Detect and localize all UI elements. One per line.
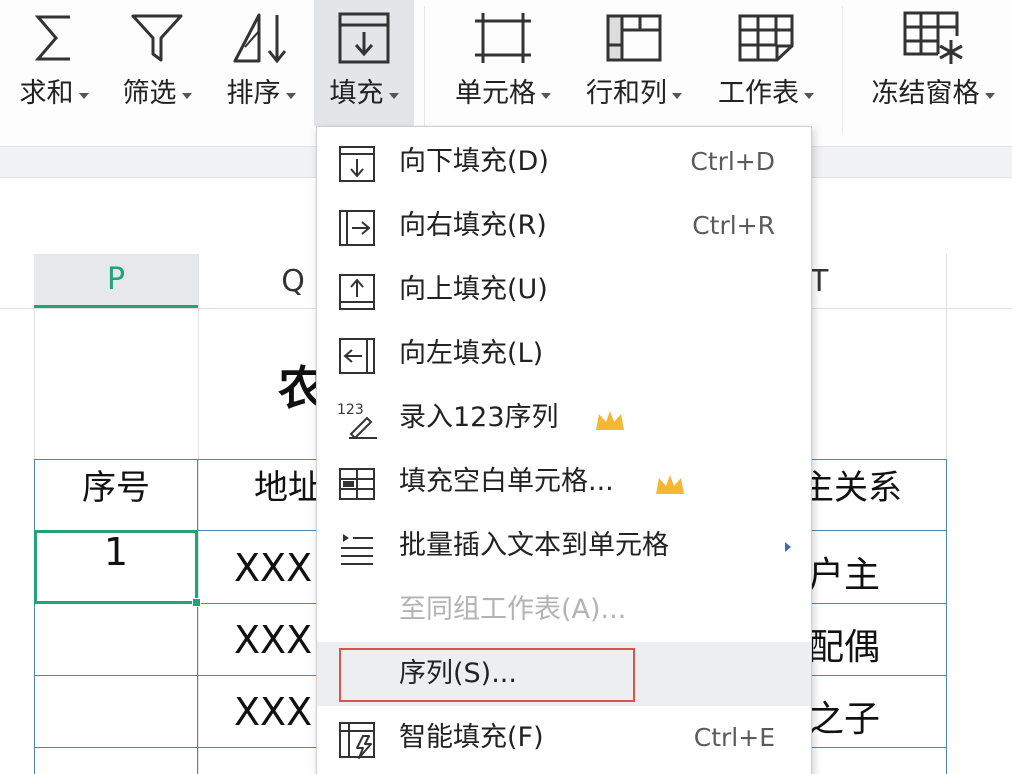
chevron-down-icon	[181, 92, 192, 99]
menu-item-label: 向左填充(L)	[399, 338, 544, 369]
rows-columns-label: 行和列	[586, 78, 667, 109]
shortcut-label: Ctrl+R	[692, 211, 775, 240]
freeze-panes-label: 冻结窗格	[871, 78, 980, 109]
smart-fill-icon	[337, 720, 377, 760]
table-border	[946, 459, 947, 774]
cell-rel[interactable]: 之子	[808, 690, 880, 742]
fill-dropdown-menu: 向下填充(D) Ctrl+D 向右填充(R) Ctrl+R 向上填充(U) 向左…	[316, 126, 812, 774]
cell-addr[interactable]: XXX	[234, 690, 312, 734]
chevron-down-icon	[285, 92, 296, 99]
svg-text:123: 123	[337, 402, 364, 418]
header-cell-seq[interactable]: 序号	[34, 460, 198, 509]
cell-addr[interactable]: XXX	[234, 618, 312, 662]
sigma-icon	[32, 0, 76, 76]
worksheet-icon	[737, 0, 795, 76]
worksheet-button[interactable]: 工作表	[708, 0, 824, 126]
fill-up-icon	[337, 272, 377, 312]
fill-button[interactable]: 填充	[314, 0, 414, 126]
menu-item-series[interactable]: 序列(S)...	[317, 642, 811, 706]
batch-insert-text-icon	[337, 528, 377, 568]
chevron-down-icon	[804, 92, 814, 99]
sort-label: 排序	[226, 78, 281, 109]
menu-item-label: 填充空白单元格...	[399, 466, 614, 497]
chevron-down-icon	[388, 92, 399, 99]
fill-left-icon	[337, 336, 377, 376]
cell-rel[interactable]: 配偶	[808, 618, 880, 670]
fill-label: 填充	[329, 78, 384, 109]
menu-item-label: 向上填充(U)	[399, 274, 548, 305]
menu-item-label: 向右填充(R)	[399, 210, 547, 241]
menu-item-label: 向下填充(D)	[399, 146, 549, 177]
fill-handle[interactable]	[192, 598, 201, 607]
cell-icon	[473, 0, 533, 76]
menu-item-label: 至同组工作表(A)...	[399, 594, 627, 625]
chevron-down-icon	[78, 92, 89, 99]
menu-item-enter-sequence[interactable]: 123 录入123序列	[317, 386, 811, 450]
shortcut-label: Ctrl+E	[693, 723, 775, 752]
header-cell-rel[interactable]: 主关系	[800, 460, 902, 509]
freeze-panes-icon	[902, 0, 964, 76]
fill-right-icon	[337, 208, 377, 248]
menu-item-label: 智能填充(F)	[399, 722, 544, 753]
chevron-down-icon	[984, 92, 995, 99]
menu-item-fill-blank-cells[interactable]: 填充空白单元格...	[317, 450, 811, 514]
fill-down-icon	[337, 144, 377, 184]
shortcut-label: Ctrl+D	[690, 147, 775, 176]
header-cell-addr[interactable]: 地址	[254, 460, 322, 509]
freeze-panes-button[interactable]: 冻结窗格	[860, 0, 1006, 126]
rows-columns-icon	[605, 0, 663, 76]
menu-item-fill-left[interactable]: 向左填充(L)	[317, 322, 811, 386]
filter-button[interactable]: 筛选	[114, 0, 200, 126]
fill-icon	[337, 0, 391, 76]
menu-item-smart-fill[interactable]: 智能填充(F) Ctrl+E	[317, 706, 811, 770]
sum-label: 求和	[19, 78, 74, 109]
menu-item-label: 序列(S)...	[399, 658, 517, 689]
menu-item-fill-down[interactable]: 向下填充(D) Ctrl+D	[317, 130, 811, 194]
sort-button[interactable]: 排序	[216, 0, 306, 126]
sort-icon	[229, 0, 293, 76]
menu-item-batch-insert-text[interactable]: 批量插入文本到单元格	[317, 514, 811, 578]
crown-icon	[593, 408, 627, 434]
menu-item-label: 批量插入文本到单元格	[399, 530, 669, 561]
sum-button[interactable]: 求和	[14, 0, 94, 126]
ribbon-divider	[424, 6, 425, 134]
menu-item-label: 录入123序列	[399, 402, 559, 433]
ribbon-divider	[842, 6, 843, 134]
cell-rel[interactable]: 户主	[808, 546, 880, 598]
crown-icon	[653, 472, 687, 498]
active-cell-selection[interactable]	[34, 530, 198, 604]
rows-columns-button[interactable]: 行和列	[578, 0, 690, 126]
enter-sequence-icon: 123	[337, 400, 377, 440]
submenu-arrow-icon	[785, 542, 791, 552]
column-header-p[interactable]: P	[34, 254, 198, 308]
gridline	[198, 254, 199, 774]
chevron-down-icon	[541, 92, 551, 99]
cell-button[interactable]: 单元格	[446, 0, 560, 126]
fill-blank-cells-icon	[337, 464, 377, 504]
chevron-down-icon	[672, 92, 682, 99]
filter-label: 筛选	[122, 78, 177, 109]
menu-item-to-group-sheets: 至同组工作表(A)...	[317, 578, 811, 642]
worksheet-label: 工作表	[718, 78, 799, 109]
cell-label: 单元格	[455, 78, 536, 109]
ribbon-toolbar: 求和 筛选 排序 填充 单元格 行和列 工作表 冻结窗格	[0, 0, 1012, 146]
menu-item-fill-up[interactable]: 向上填充(U)	[317, 258, 811, 322]
cell-addr[interactable]: XXX	[234, 546, 312, 590]
filter-icon	[130, 0, 184, 76]
menu-item-fill-right[interactable]: 向右填充(R) Ctrl+R	[317, 194, 811, 258]
